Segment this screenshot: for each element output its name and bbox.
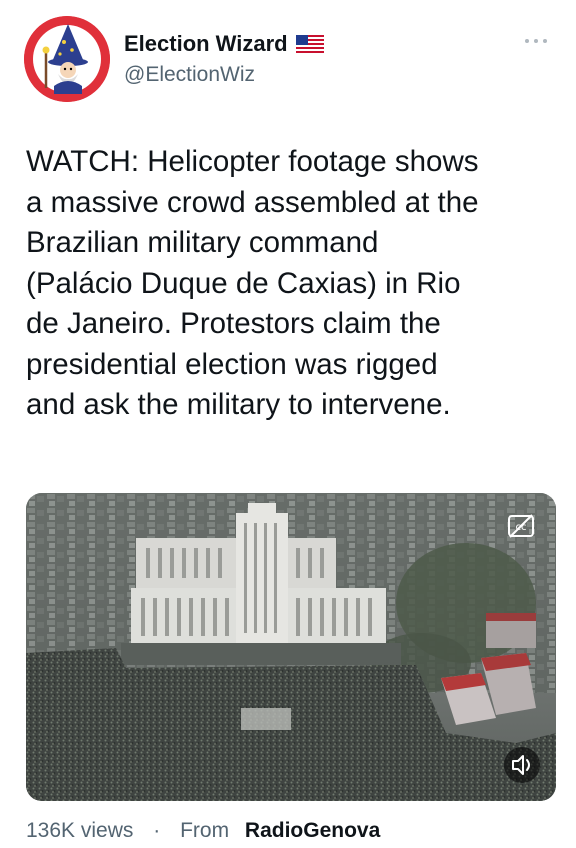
tweet-footer: 136K views · From RadioGenova	[26, 818, 380, 844]
volume-icon	[512, 755, 530, 775]
source-link[interactable]: RadioGenova	[245, 819, 380, 842]
captions-icon[interactable]: cc	[506, 511, 536, 541]
us-flag-icon	[295, 35, 324, 53]
display-name-text[interactable]: Election Wizard	[124, 30, 288, 58]
from-label: From	[180, 819, 230, 842]
avatar[interactable]	[24, 16, 110, 102]
tweet-text: WATCH: Helicopter footage shows a massiv…	[26, 145, 479, 421]
footer-separator: ·	[153, 819, 161, 842]
handle[interactable]: @ElectionWiz	[124, 61, 324, 89]
video-thumbnail	[26, 493, 556, 801]
wizard-avatar-image	[24, 16, 110, 102]
svg-text:cc: cc	[516, 522, 527, 533]
author-names: Election Wizard @ElectionWiz	[124, 30, 324, 89]
view-count: 136K views	[26, 819, 134, 842]
tweet-header: Election Wizard @ElectionWiz	[24, 16, 554, 106]
video-player[interactable]: cc	[26, 493, 556, 801]
display-name[interactable]: Election Wizard	[124, 30, 324, 58]
volume-button[interactable]	[504, 747, 540, 783]
more-options-icon[interactable]	[522, 34, 550, 48]
